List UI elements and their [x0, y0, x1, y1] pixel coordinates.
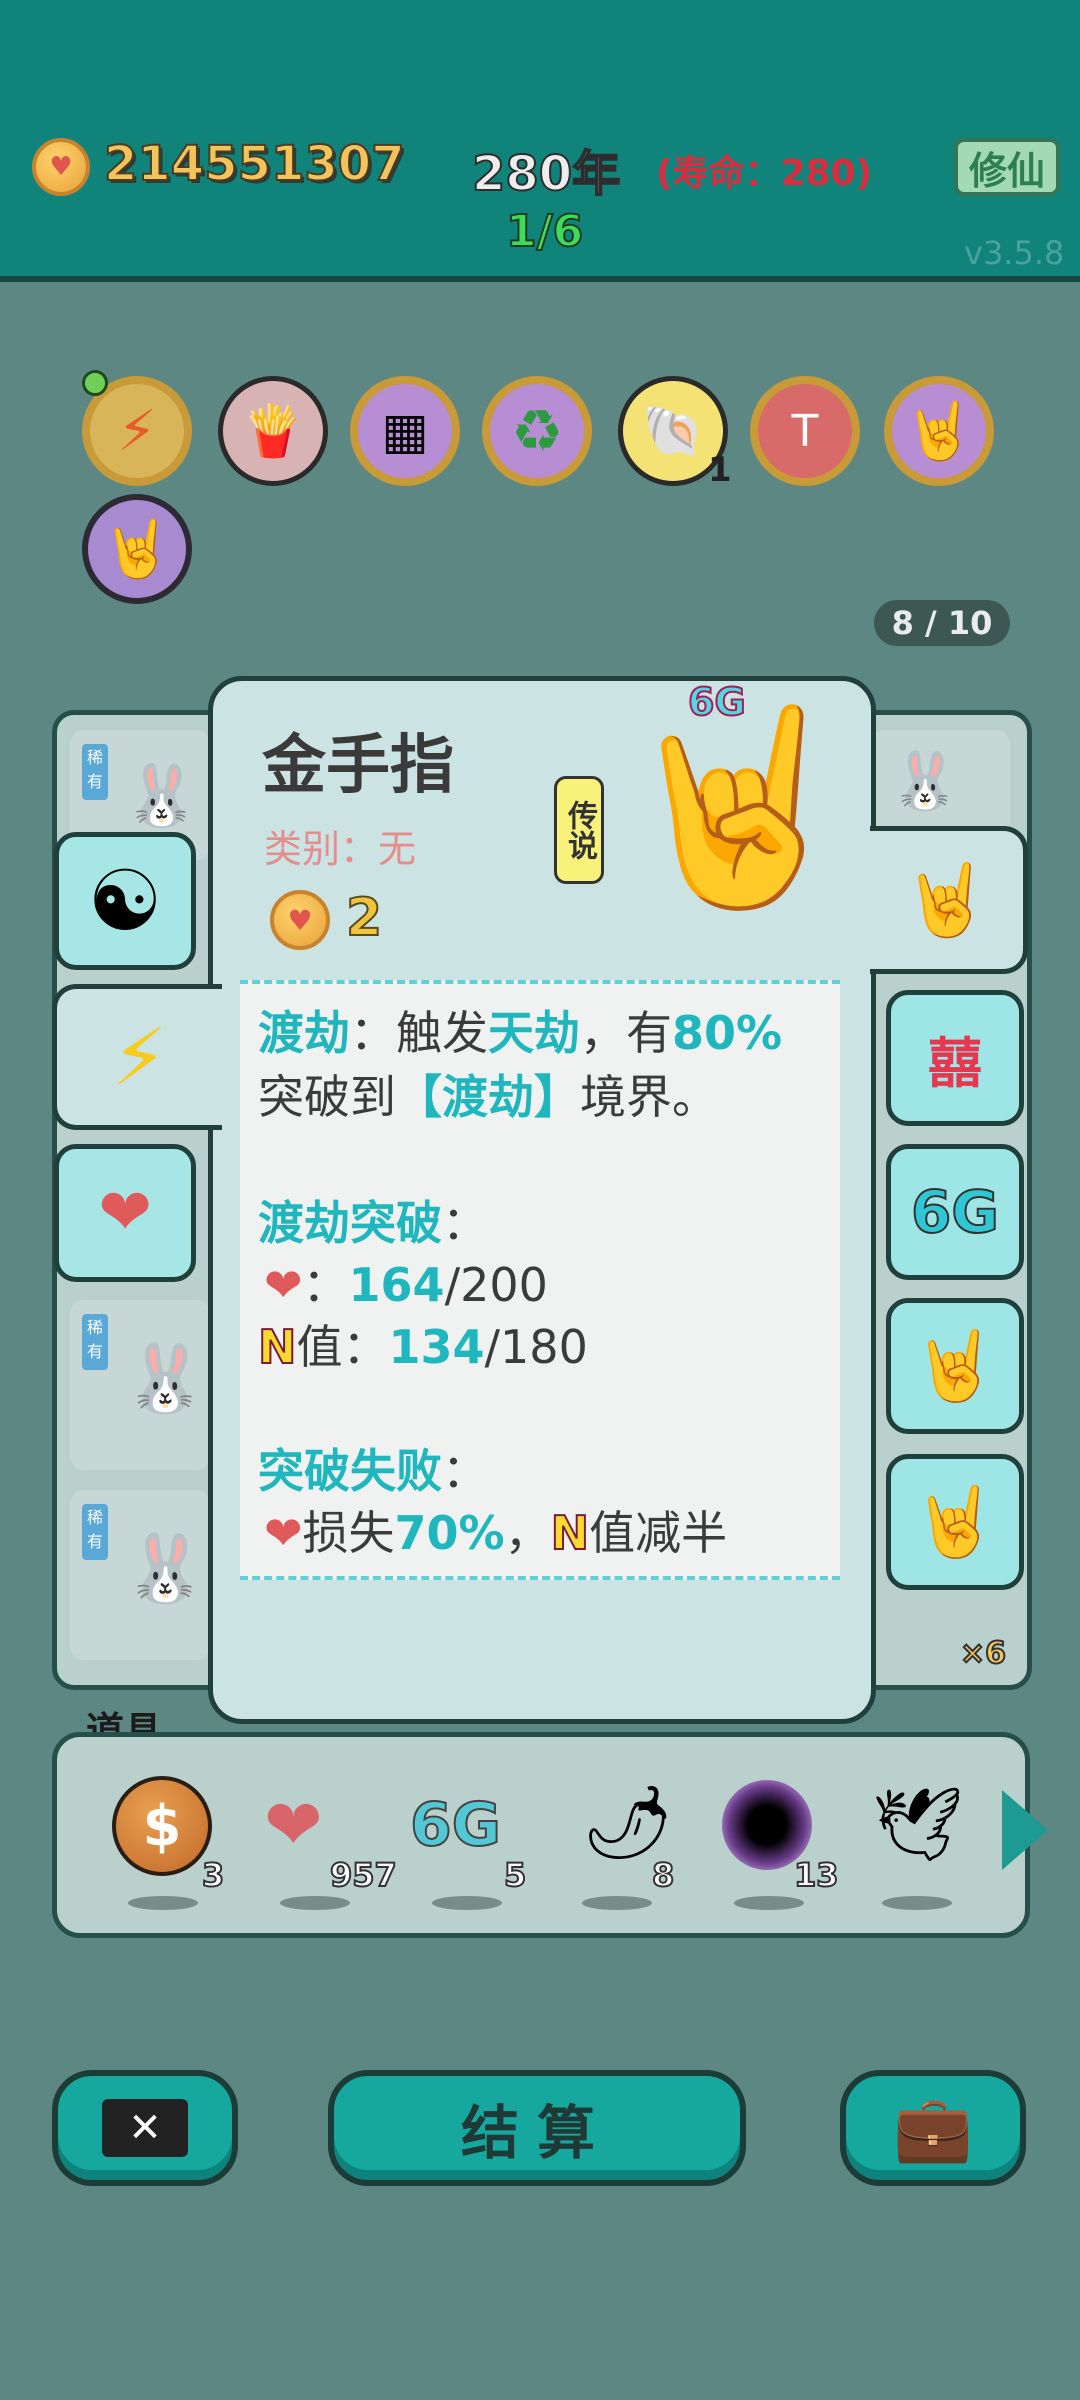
- coin-balance: 214551307: [103, 135, 406, 193]
- inventory-button[interactable]: 💼: [840, 2070, 1026, 2186]
- item-shadow: [432, 1896, 502, 1910]
- chili-icon[interactable]: 🌶: [582, 1780, 673, 1865]
- settle-label: 结算: [460, 2099, 613, 2167]
- rock-hand-purple-relic-icon[interactable]: 🤘: [82, 494, 192, 604]
- recycle-relic-icon[interactable]: ♻: [482, 376, 592, 486]
- grid-card[interactable]: 稀有 🐰: [70, 1300, 210, 1470]
- rabbit-icon: 🐰: [124, 1530, 207, 1607]
- n-value-requirement: N值：134/180: [257, 1316, 588, 1378]
- desc-text: 值：: [296, 1320, 389, 1374]
- rare-tag: 稀有: [82, 744, 108, 800]
- next-arrow-icon[interactable]: [1002, 1790, 1048, 1870]
- cost-value: 2: [345, 887, 383, 949]
- desc-text: ：触发: [350, 1006, 488, 1060]
- liver-current: 164: [348, 1258, 445, 1312]
- desc-text: 损失: [302, 1506, 395, 1560]
- n-icon: N: [550, 1505, 590, 1561]
- pin-icon: [82, 370, 108, 396]
- item-shadow: [582, 1896, 652, 1910]
- 6g-card[interactable]: 6G: [886, 1144, 1024, 1280]
- time-magazine-relic-icon[interactable]: T: [750, 376, 860, 486]
- desc-text: 突破到: [258, 1070, 396, 1124]
- desc-text: ，有: [580, 1006, 672, 1060]
- delete-icon: ✕: [102, 2099, 188, 2157]
- liver-requirement: ❤：164/200: [264, 1254, 548, 1316]
- briefcase-icon: 💼: [893, 2091, 973, 2166]
- desc-line-2: 突破到【渡劫】境界。: [258, 1066, 718, 1128]
- tissue-box-relic-icon[interactable]: ▦: [350, 376, 460, 486]
- rare-tag: 稀有: [82, 1314, 108, 1370]
- item-count: 5: [503, 1855, 527, 1895]
- item-count: 957: [329, 1855, 398, 1895]
- item-shadow: [280, 1896, 350, 1910]
- desc-keyword: 天劫: [488, 1006, 580, 1060]
- dollar-coin-icon[interactable]: $: [112, 1776, 212, 1876]
- fail-percent: 70%: [394, 1506, 505, 1560]
- discard-button[interactable]: ✕: [52, 2070, 238, 2186]
- item-count: 3: [201, 1855, 225, 1895]
- version-label: v3.5.8: [964, 234, 1065, 272]
- desc-text: 境界。: [580, 1070, 718, 1124]
- desc-text: ：: [442, 1444, 488, 1498]
- desc-text: 值减半: [589, 1506, 728, 1560]
- item-count: 8: [651, 1855, 675, 1895]
- multiplier-label: ×6: [959, 1635, 1007, 1672]
- yin-yang-tab[interactable]: ☯: [54, 832, 196, 970]
- category-label: 类别：无: [264, 827, 417, 871]
- section-title: 突破失败: [258, 1444, 442, 1498]
- rare-tag: 稀有: [82, 1504, 108, 1560]
- desc-keyword: 渡劫: [258, 1006, 350, 1060]
- rabbit-icon: 🐰: [124, 1340, 207, 1417]
- item-shadow: [128, 1896, 198, 1910]
- rock-hand-large-icon: 🤘: [618, 696, 855, 917]
- lifespan-text: (寿命：280): [656, 153, 873, 194]
- double-happiness-card[interactable]: 囍: [886, 990, 1024, 1126]
- pigeon-icon[interactable]: 🕊: [872, 1782, 963, 1867]
- desc-percent: 80%: [672, 1006, 783, 1060]
- gold-finger-tab-active[interactable]: 🤘: [870, 826, 1028, 974]
- rarity-badge: 传说: [554, 776, 604, 884]
- year-counter: 280年: [471, 145, 621, 203]
- grid-card[interactable]: 稀有 🐰: [70, 1490, 210, 1660]
- n-current: 134: [388, 1320, 485, 1374]
- stage-progress: 1/6: [505, 205, 584, 258]
- liver-total: /200: [444, 1258, 548, 1312]
- breakthrough-title: 渡劫突破：: [258, 1192, 488, 1254]
- grid-card[interactable]: 🐰: [870, 730, 1010, 840]
- heart-coin-icon: ♥: [270, 890, 330, 950]
- rock-hand-relic-icon[interactable]: 🤘: [884, 376, 994, 486]
- desc-line-1: 渡劫：触发天劫，有80%: [258, 1002, 782, 1064]
- rabbit-icon: 🐰: [890, 749, 960, 814]
- n-total: /180: [484, 1320, 588, 1374]
- settle-button[interactable]: 结算: [328, 2070, 746, 2186]
- item-count: 13: [793, 1855, 840, 1895]
- item-shadow: [734, 1896, 804, 1910]
- 6g-icon[interactable]: 6G: [409, 1789, 502, 1861]
- popup-title: 金手指: [262, 729, 454, 803]
- fail-title: 突破失败：: [258, 1440, 488, 1502]
- lightning-tab-active[interactable]: ⚡: [52, 984, 222, 1130]
- brown-rock-hand-card[interactable]: 🤘: [886, 1454, 1024, 1590]
- desc-keyword: 【渡劫】: [396, 1070, 580, 1124]
- liver-tab[interactable]: ❤: [54, 1144, 196, 1282]
- description-box: 渡劫：触发天劫，有80% 突破到【渡劫】境界。 渡劫突破： ❤：164/200 …: [240, 980, 840, 1580]
- fries-relic-icon[interactable]: 🍟: [218, 376, 328, 486]
- liver-icon: ❤: [264, 1506, 303, 1560]
- desc-text: ：: [302, 1258, 349, 1312]
- page-counter: 8 / 10: [874, 600, 1010, 646]
- fail-effect: ❤损失70%，N值减半: [264, 1502, 727, 1564]
- item-shadow: [882, 1896, 952, 1910]
- desc-text: ：: [442, 1196, 488, 1250]
- desc-text: ，: [504, 1506, 551, 1560]
- cultivate-button[interactable]: 修仙: [954, 138, 1060, 196]
- top-status-bar: ♥ 214551307 280年 (寿命：280) 1/6 修仙 v3.5.8: [0, 0, 1080, 282]
- heart-coin-icon: ♥: [32, 138, 90, 196]
- liver-icon[interactable]: ❤: [264, 1784, 323, 1866]
- section-title: 渡劫突破: [258, 1196, 442, 1250]
- n-icon: N: [257, 1319, 297, 1375]
- rabbit-icon: 🐰: [124, 761, 199, 831]
- liver-icon: ❤: [264, 1258, 303, 1312]
- white-rock-hand-card[interactable]: 🤘: [886, 1298, 1024, 1434]
- shell-count: 1: [708, 450, 732, 490]
